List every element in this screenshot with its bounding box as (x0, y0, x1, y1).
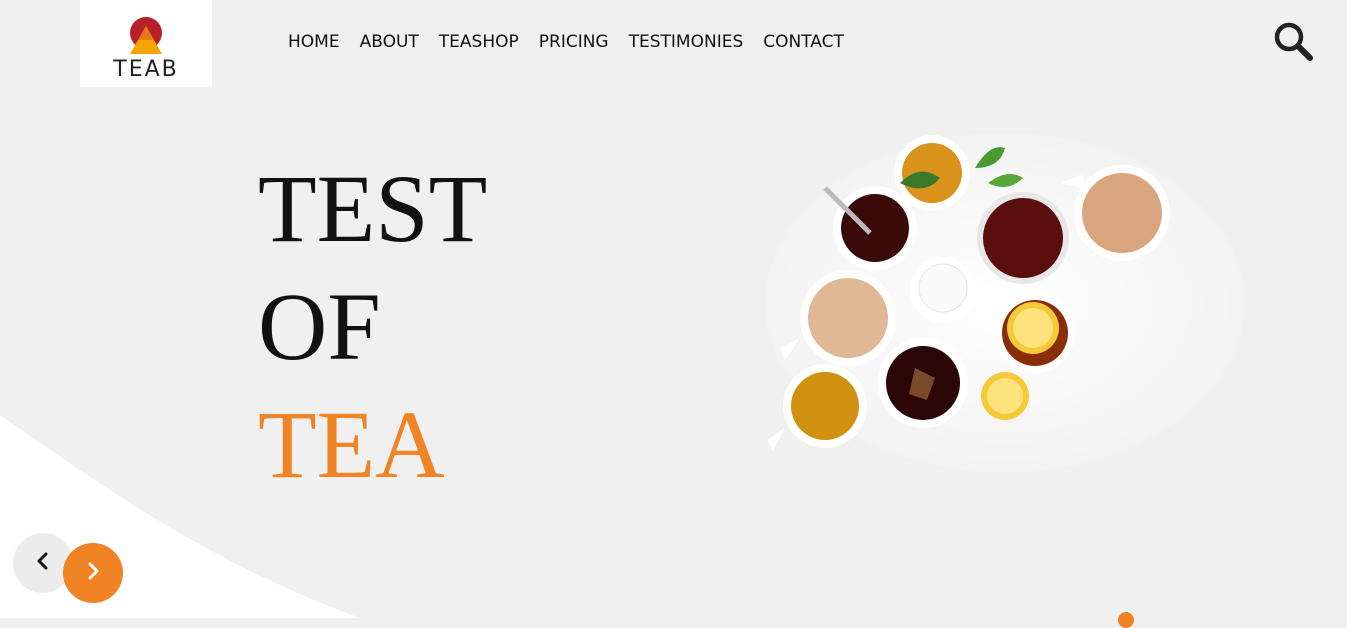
nav-teashop[interactable]: TEASHOP (439, 32, 519, 52)
search-icon (1274, 22, 1313, 61)
logo-text: TEAB (113, 57, 179, 82)
chevron-right-icon (88, 562, 99, 580)
logo[interactable]: TEAB (80, 0, 212, 87)
tea-cups-image (765, 133, 1245, 473)
nav-contact[interactable]: CONTACT (763, 32, 844, 52)
hero-line-2: OF (258, 273, 381, 380)
search-button[interactable] (1272, 20, 1316, 68)
nav-about[interactable]: ABOUT (360, 32, 419, 52)
main-nav: HOME ABOUT TEASHOP PRICING TESTIMONIES C… (288, 32, 864, 52)
hero-line-1: TEST (258, 155, 488, 262)
slider-next-button[interactable] (63, 543, 123, 603)
nav-testimonies[interactable]: TESTIMONIES (629, 32, 744, 52)
logo-mark-icon (130, 17, 162, 54)
nav-home[interactable]: HOME (288, 32, 340, 52)
nav-pricing[interactable]: PRICING (539, 32, 609, 52)
hero-title: TEST OF TEA (258, 150, 487, 504)
hero-line-3: TEA (258, 391, 445, 498)
decorative-dot (1118, 612, 1134, 628)
